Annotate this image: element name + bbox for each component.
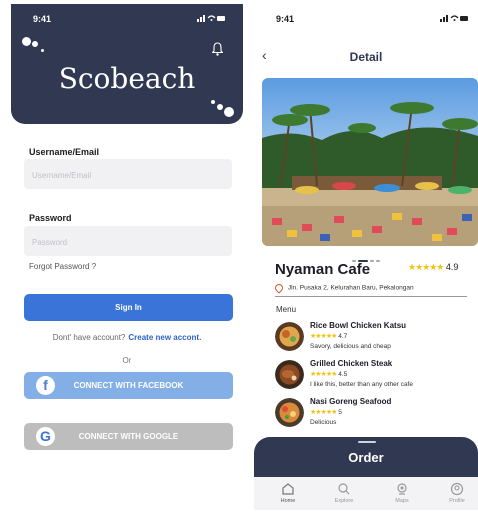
sign-in-button[interactable]: Sign In [24, 294, 233, 321]
tab-home[interactable]: Home [268, 482, 308, 504]
password-label: Password [29, 213, 72, 223]
bubble-decoration [217, 104, 223, 110]
tab-explore[interactable]: Explore [324, 482, 364, 504]
cafe-address-text: Jln. Pusaka 2, Kelurahan Baru, Pekalonga… [287, 284, 414, 292]
menu-item-rating-value: 4.7 [338, 333, 348, 340]
location-pin-icon [273, 282, 285, 294]
order-label: Order [348, 450, 384, 465]
menu-item[interactable]: Rice Bowl Chicken Katsu ★★★★★ 4.7 Savory… [275, 321, 475, 357]
account-prompt-text: Dont' have account? [52, 333, 126, 342]
search-icon [338, 483, 350, 495]
tab-label: Maps [395, 498, 409, 504]
bell-icon[interactable] [212, 42, 223, 56]
star-rating-icon: ★★★★★ [310, 333, 337, 340]
menu-item-name: Grilled Chicken Steak [310, 359, 393, 368]
menu-item-name: Nasi Goreng Seafood [310, 397, 392, 406]
username-label: Username/Email [29, 147, 100, 157]
carousel-dots[interactable] [352, 249, 382, 262]
connect-google-button[interactable]: G CONNECT WITH GOOGLE [24, 423, 233, 450]
google-icon: G [36, 427, 55, 446]
tab-label: Profile [449, 498, 465, 504]
connect-facebook-button[interactable]: f CONNECT WITH FACEBOOK [24, 372, 233, 399]
status-icons [197, 15, 225, 22]
home-icon [282, 483, 294, 495]
star-rating-icon: ★★★★★ [310, 409, 337, 416]
menu-item-name: Rice Bowl Chicken Katsu [310, 321, 407, 330]
login-header: 9:41 Scobeach [11, 4, 243, 124]
menu-item-rating-value: 5 [338, 409, 342, 416]
dish-thumbnail [275, 322, 304, 351]
tab-label: Explore [334, 498, 354, 504]
page-title: Detail [349, 50, 383, 64]
username-input[interactable] [30, 159, 224, 191]
bubble-decoration [22, 37, 31, 46]
menu-item-description: I like this, better than any other cafe [310, 381, 413, 388]
menu-item-rating: ★★★★★ 4.7 [310, 332, 347, 340]
map-pin-icon [397, 483, 407, 495]
menu-item[interactable]: Grilled Chicken Steak ★★★★★ 4.5 I like t… [275, 359, 475, 395]
menu-item[interactable]: Nasi Goreng Seafood ★★★★★ 5 Delicious [275, 397, 475, 433]
dish-thumbnail [275, 398, 304, 427]
drag-handle[interactable] [358, 441, 376, 443]
profile-icon [450, 482, 464, 496]
bubble-decoration [224, 107, 234, 117]
google-label: CONNECT WITH GOOGLE [78, 432, 179, 441]
order-button[interactable]: Order [254, 437, 478, 477]
create-account-link[interactable]: Create new accont. [128, 333, 201, 342]
menu-item-description: Savory, delicious and cheap [310, 343, 391, 350]
status-time: 9:41 [33, 14, 52, 24]
login-screen: 9:41 Scobeach Username/Email Password Fo… [11, 4, 243, 510]
divider [275, 296, 467, 297]
menu-item-rating: ★★★★★ 5 [310, 408, 342, 416]
dish-thumbnail [275, 360, 304, 389]
cafe-address: Jln. Pusaka 2, Kelurahan Baru, Pekalonga… [273, 282, 414, 294]
account-prompt: Dont' have account? Create new accont. [11, 333, 243, 342]
password-field-box [24, 226, 232, 258]
cafe-name: Nyaman Cafe [275, 261, 371, 278]
menu-item-rating: ★★★★★ 4.5 [310, 370, 347, 378]
beach-cafe-photo [262, 78, 478, 246]
star-rating-icon: ★★★★★ [310, 371, 337, 378]
password-input[interactable] [30, 226, 224, 258]
tab-profile[interactable]: Profile [437, 482, 477, 504]
status-bar: 9:41 [254, 4, 478, 34]
sign-in-label: Sign In [115, 303, 142, 312]
bubble-decoration [41, 49, 44, 52]
bubble-decoration [211, 100, 215, 104]
bottom-nav: Home Explore Maps Profile [254, 477, 478, 510]
menu-item-rating-value: 4.5 [338, 371, 348, 378]
username-field-box [24, 159, 232, 191]
menu-label: Menu [276, 305, 297, 314]
forgot-password-link[interactable]: Forgot Password ? [29, 262, 96, 271]
status-icons [440, 15, 468, 22]
app-logo: Scobeach [58, 62, 196, 95]
star-rating-icon: ★★★★★ [408, 262, 444, 272]
facebook-icon: f [36, 376, 55, 395]
tab-maps[interactable]: Maps [382, 482, 422, 504]
or-divider: Or [122, 356, 132, 365]
facebook-label: CONNECT WITH FACEBOOK [73, 381, 184, 390]
menu-item-description: Delicious [310, 419, 337, 426]
cafe-rating: ★★★★★ 4.9 [408, 262, 458, 273]
cafe-rating-value: 4.9 [445, 262, 459, 272]
detail-screen: 9:41 ‹ Detail Nyaman Cafe ★★★★★ 4.9 Jln.… [254, 4, 478, 510]
status-time: 9:41 [276, 14, 295, 24]
tab-label: Home [280, 498, 296, 504]
bubble-decoration [32, 41, 38, 47]
